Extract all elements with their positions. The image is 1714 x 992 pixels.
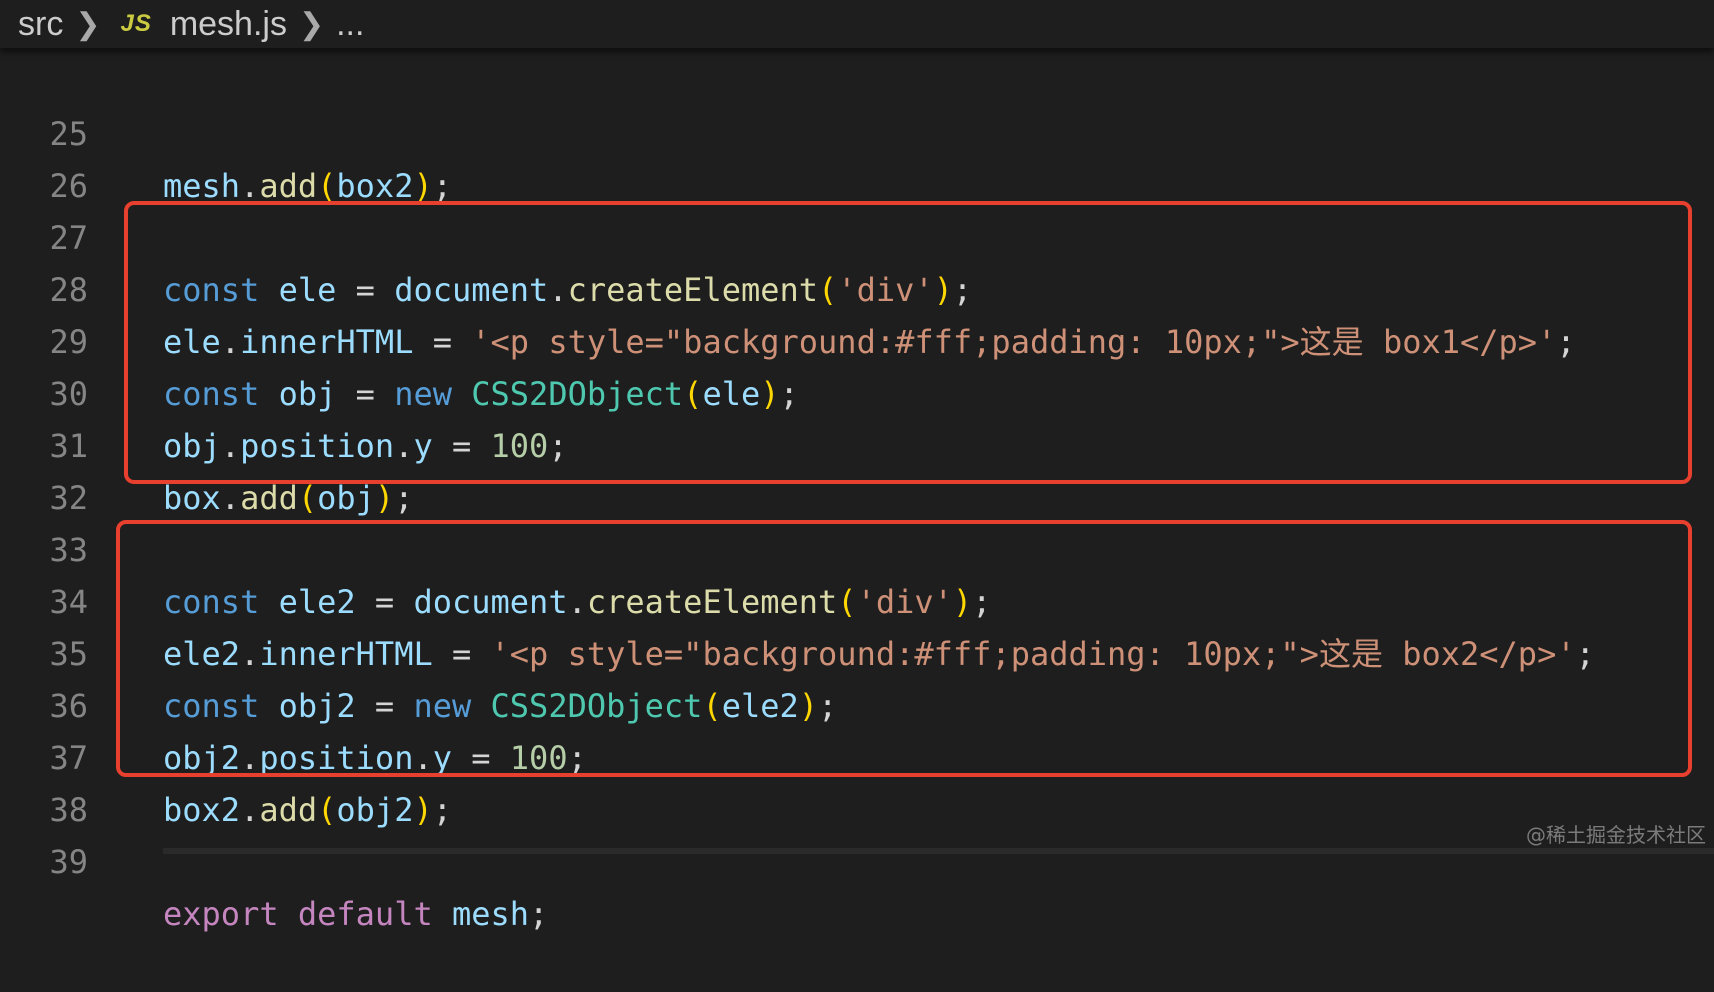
code-editor[interactable]: 25 mesh.add(box2); 26 27 const ele = doc… <box>0 48 1714 933</box>
highlight-box <box>116 520 1692 777</box>
code-line[interactable]: 36 obj2.position.y = 100; <box>0 628 586 777</box>
code-line[interactable]: 35 const obj2 = new CSS2DObject(ele2); <box>0 576 837 725</box>
code-line[interactable]: 34 ele2.innerHTML = '<p style="backgroun… <box>0 524 1594 673</box>
javascript-file-icon: JS <box>120 10 152 37</box>
code-line[interactable]: 27 const ele = document.createElement('d… <box>0 160 972 309</box>
chevron-right-icon: ❯ <box>298 7 325 41</box>
code-line[interactable]: 25 mesh.add(box2); <box>0 56 452 205</box>
scroll-edge <box>163 848 1714 854</box>
code-text: box2.add(obj2); <box>163 791 452 829</box>
code-line[interactable]: 32 <box>0 420 88 517</box>
code-line[interactable]: 37 box2.add(obj2); <box>0 680 452 829</box>
breadcrumb-file[interactable]: mesh.js <box>170 5 287 44</box>
code-line[interactable]: 26 <box>0 108 88 205</box>
watermark: @稀土掘金技术社区 <box>1526 823 1706 847</box>
breadcrumb-more[interactable]: ... <box>336 5 364 44</box>
code-line[interactable]: 29 const obj = new CSS2DObject(ele); <box>0 264 798 413</box>
code-line[interactable]: 31 box.add(obj); <box>0 368 413 517</box>
code-line[interactable]: 33 const ele2 = document.createElement('… <box>0 472 991 621</box>
breadcrumb-folder[interactable]: src <box>18 5 63 44</box>
code-line[interactable]: 30 obj.position.y = 100; <box>0 316 567 465</box>
chevron-right-icon: ❯ <box>75 7 101 41</box>
line-number: 39 <box>49 843 88 881</box>
code-line[interactable]: 38 <box>0 732 88 829</box>
breadcrumb: src ❯ JS mesh.js ❯ ... <box>0 0 1714 48</box>
code-line[interactable]: 39 export default mesh; <box>0 784 548 933</box>
code-text: export default mesh; <box>163 895 549 933</box>
highlight-box <box>124 201 1692 484</box>
code-line[interactable]: 28 ele.innerHTML = '<p style="background… <box>0 212 1575 361</box>
